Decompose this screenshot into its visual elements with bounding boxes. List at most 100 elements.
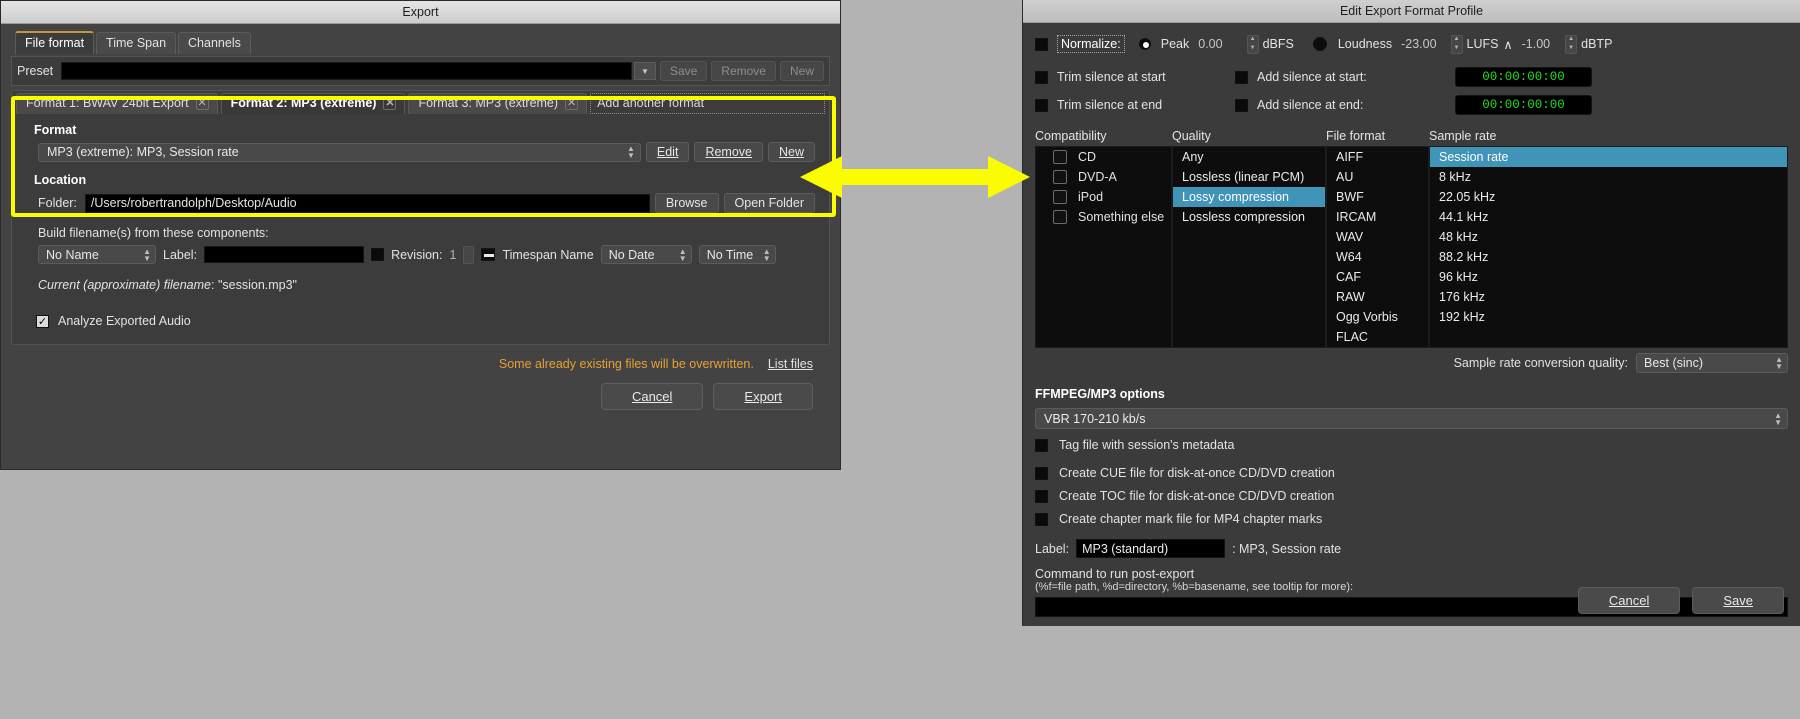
list-item[interactable]: Lossless (linear PCM) — [1173, 167, 1325, 187]
list-item[interactable]: FLAC — [1327, 327, 1428, 347]
checkbox[interactable] — [1053, 190, 1067, 204]
revision-checkbox[interactable] — [371, 248, 384, 261]
chevron-down-icon[interactable]: ▼ — [634, 62, 656, 80]
checkbox[interactable] — [1053, 170, 1067, 184]
close-icon[interactable]: ✕ — [196, 97, 209, 110]
name-mode-select[interactable]: No Name ▲▼ — [38, 245, 156, 264]
bitrate-select[interactable]: VBR 170-210 kb/s ▲▼ — [1035, 408, 1788, 429]
filename-label-input[interactable] — [204, 246, 364, 263]
list-files-button[interactable]: List files — [768, 357, 813, 371]
loudness-stepper[interactable]: ▲▼ — [1451, 35, 1463, 54]
tab-time-span[interactable]: Time Span — [96, 32, 176, 54]
analyze-exported-audio-checkbox[interactable]: ✓ — [36, 315, 49, 328]
timespan-checkbox[interactable] — [481, 248, 495, 261]
format-remove-button[interactable]: Remove — [694, 142, 763, 162]
loudness-radio[interactable] — [1313, 37, 1327, 51]
profile-cancel-button[interactable]: Cancel — [1578, 587, 1680, 614]
browse-button[interactable]: Browse — [655, 193, 719, 213]
revision-stepper[interactable] — [463, 246, 474, 264]
list-item[interactable]: BWF — [1327, 187, 1428, 207]
list-item[interactable]: 8 kHz — [1430, 167, 1787, 187]
create-chapter-checkbox[interactable] — [1035, 513, 1048, 526]
folder-row: Folder: /Users/robertrandolph/Desktop/Au… — [12, 191, 829, 213]
normalize-checkbox[interactable] — [1035, 38, 1048, 51]
list-item-selected[interactable]: Session rate — [1430, 147, 1787, 167]
peak-radio[interactable] — [1139, 38, 1151, 50]
tab-channels[interactable]: Channels — [178, 32, 251, 54]
create-cue-checkbox[interactable] — [1035, 467, 1048, 480]
add-another-format-input[interactable]: Add another format — [590, 93, 825, 114]
list-item-selected[interactable]: Lossy compression — [1173, 187, 1325, 207]
list-item[interactable]: WAV — [1327, 227, 1428, 247]
folder-input[interactable]: /Users/robertrandolph/Desktop/Audio — [85, 194, 650, 213]
preset-remove-button[interactable]: Remove — [711, 61, 776, 81]
list-item[interactable]: CD — [1036, 147, 1171, 167]
sample-rate-list[interactable]: Session rate 8 kHz 22.05 kHz 44.1 kHz 48… — [1429, 146, 1788, 348]
list-item[interactable]: Ogg Vorbis — [1327, 307, 1428, 327]
time-mode-select[interactable]: No Time ▲▼ — [699, 245, 776, 264]
list-item[interactable]: AIFF — [1327, 147, 1428, 167]
list-item[interactable]: 88.2 kHz — [1430, 247, 1787, 267]
quality-list[interactable]: Any Lossless (linear PCM) Lossy compress… — [1172, 146, 1326, 348]
add-silence-start-checkbox[interactable] — [1235, 71, 1248, 84]
trim-silence-end-checkbox[interactable] — [1035, 99, 1048, 112]
format-tab-1[interactable]: Format 1: BWAV 24bit Export ✕ — [16, 93, 218, 114]
close-icon[interactable]: ✕ — [565, 97, 578, 110]
list-item[interactable]: AU — [1327, 167, 1428, 187]
loudness-label: Loudness — [1338, 37, 1392, 51]
format-tab-2[interactable]: Format 2: MP3 (extreme) ✕ — [221, 93, 406, 114]
trim-silence-start-checkbox[interactable] — [1035, 71, 1048, 84]
list-item[interactable]: 176 kHz — [1430, 287, 1787, 307]
date-mode-select[interactable]: No Date ▲▼ — [601, 245, 692, 264]
format-tab-3[interactable]: Format 3: MP3 (extreme) ✕ — [408, 93, 587, 114]
list-item[interactable]: 48 kHz — [1430, 227, 1787, 247]
format-edit-button[interactable]: Edit — [646, 142, 690, 162]
file-format-list[interactable]: AIFF AU BWF IRCAM WAV W64 CAF RAW Ogg Vo… — [1326, 146, 1429, 348]
add-silence-end-checkbox[interactable] — [1235, 99, 1248, 112]
tag-metadata-row: Tag file with session's metadata — [1035, 438, 1788, 452]
list-item[interactable]: W64 — [1327, 247, 1428, 267]
list-item[interactable]: 22.05 kHz — [1430, 187, 1787, 207]
checkbox[interactable] — [1053, 150, 1067, 164]
list-item-selected[interactable]: MP3 — [1327, 347, 1428, 348]
create-toc-label: Create TOC file for disk-at-once CD/DVD … — [1059, 489, 1334, 503]
close-icon[interactable]: ✕ — [383, 97, 396, 110]
checkbox[interactable] — [1053, 210, 1067, 224]
add-silence-start-time[interactable]: 00:00:00:00 — [1455, 67, 1592, 87]
normalize-label: Normalize: — [1057, 35, 1125, 53]
peak-stepper[interactable]: ▲▼ — [1247, 35, 1259, 54]
export-button-label: Export — [744, 389, 782, 404]
tag-metadata-checkbox[interactable] — [1035, 439, 1048, 452]
create-toc-checkbox[interactable] — [1035, 490, 1048, 503]
compatibility-list[interactable]: CD DVD-A iPod Something else — [1035, 146, 1172, 348]
profile-label-input[interactable]: MP3 (standard) — [1076, 539, 1225, 558]
list-item[interactable]: 44.1 kHz — [1430, 207, 1787, 227]
list-item[interactable]: 96 kHz — [1430, 267, 1787, 287]
export-button[interactable]: Export — [713, 383, 813, 410]
cancel-button[interactable]: Cancel — [601, 383, 703, 410]
list-item[interactable]: CAF — [1327, 267, 1428, 287]
list-item[interactable]: iPod — [1036, 187, 1171, 207]
preset-save-button[interactable]: Save — [660, 61, 707, 81]
analyze-exported-audio-label: Analyze Exported Audio — [58, 314, 191, 328]
compatibility-header: Compatibility — [1035, 129, 1172, 143]
preset-new-button[interactable]: New — [780, 61, 824, 81]
profile-titlebar: Edit Export Format Profile — [1023, 0, 1800, 23]
format-select[interactable]: MP3 (extreme): MP3, Session rate ▲▼ — [38, 143, 641, 162]
export-title: Export — [402, 5, 438, 19]
location-section-heading: Location — [12, 162, 829, 191]
profile-save-button[interactable]: Save — [1692, 587, 1784, 614]
list-item[interactable]: IRCAM — [1327, 207, 1428, 227]
add-silence-end-time[interactable]: 00:00:00:00 — [1455, 95, 1592, 115]
list-item[interactable]: DVD-A — [1036, 167, 1171, 187]
preset-input[interactable] — [61, 62, 632, 80]
src-quality-select[interactable]: Best (sinc) ▲▼ — [1636, 353, 1788, 373]
tab-file-format[interactable]: File format — [15, 31, 94, 54]
list-item[interactable]: Any — [1173, 147, 1325, 167]
add-silence-start-label: Add silence at start: — [1257, 70, 1367, 84]
list-item[interactable]: RAW — [1327, 287, 1428, 307]
dbtp-stepper[interactable]: ▲▼ — [1565, 35, 1577, 54]
list-item[interactable]: 192 kHz — [1430, 307, 1787, 327]
list-item[interactable]: Lossless compression — [1173, 207, 1325, 227]
list-item[interactable]: Something else — [1036, 207, 1171, 227]
